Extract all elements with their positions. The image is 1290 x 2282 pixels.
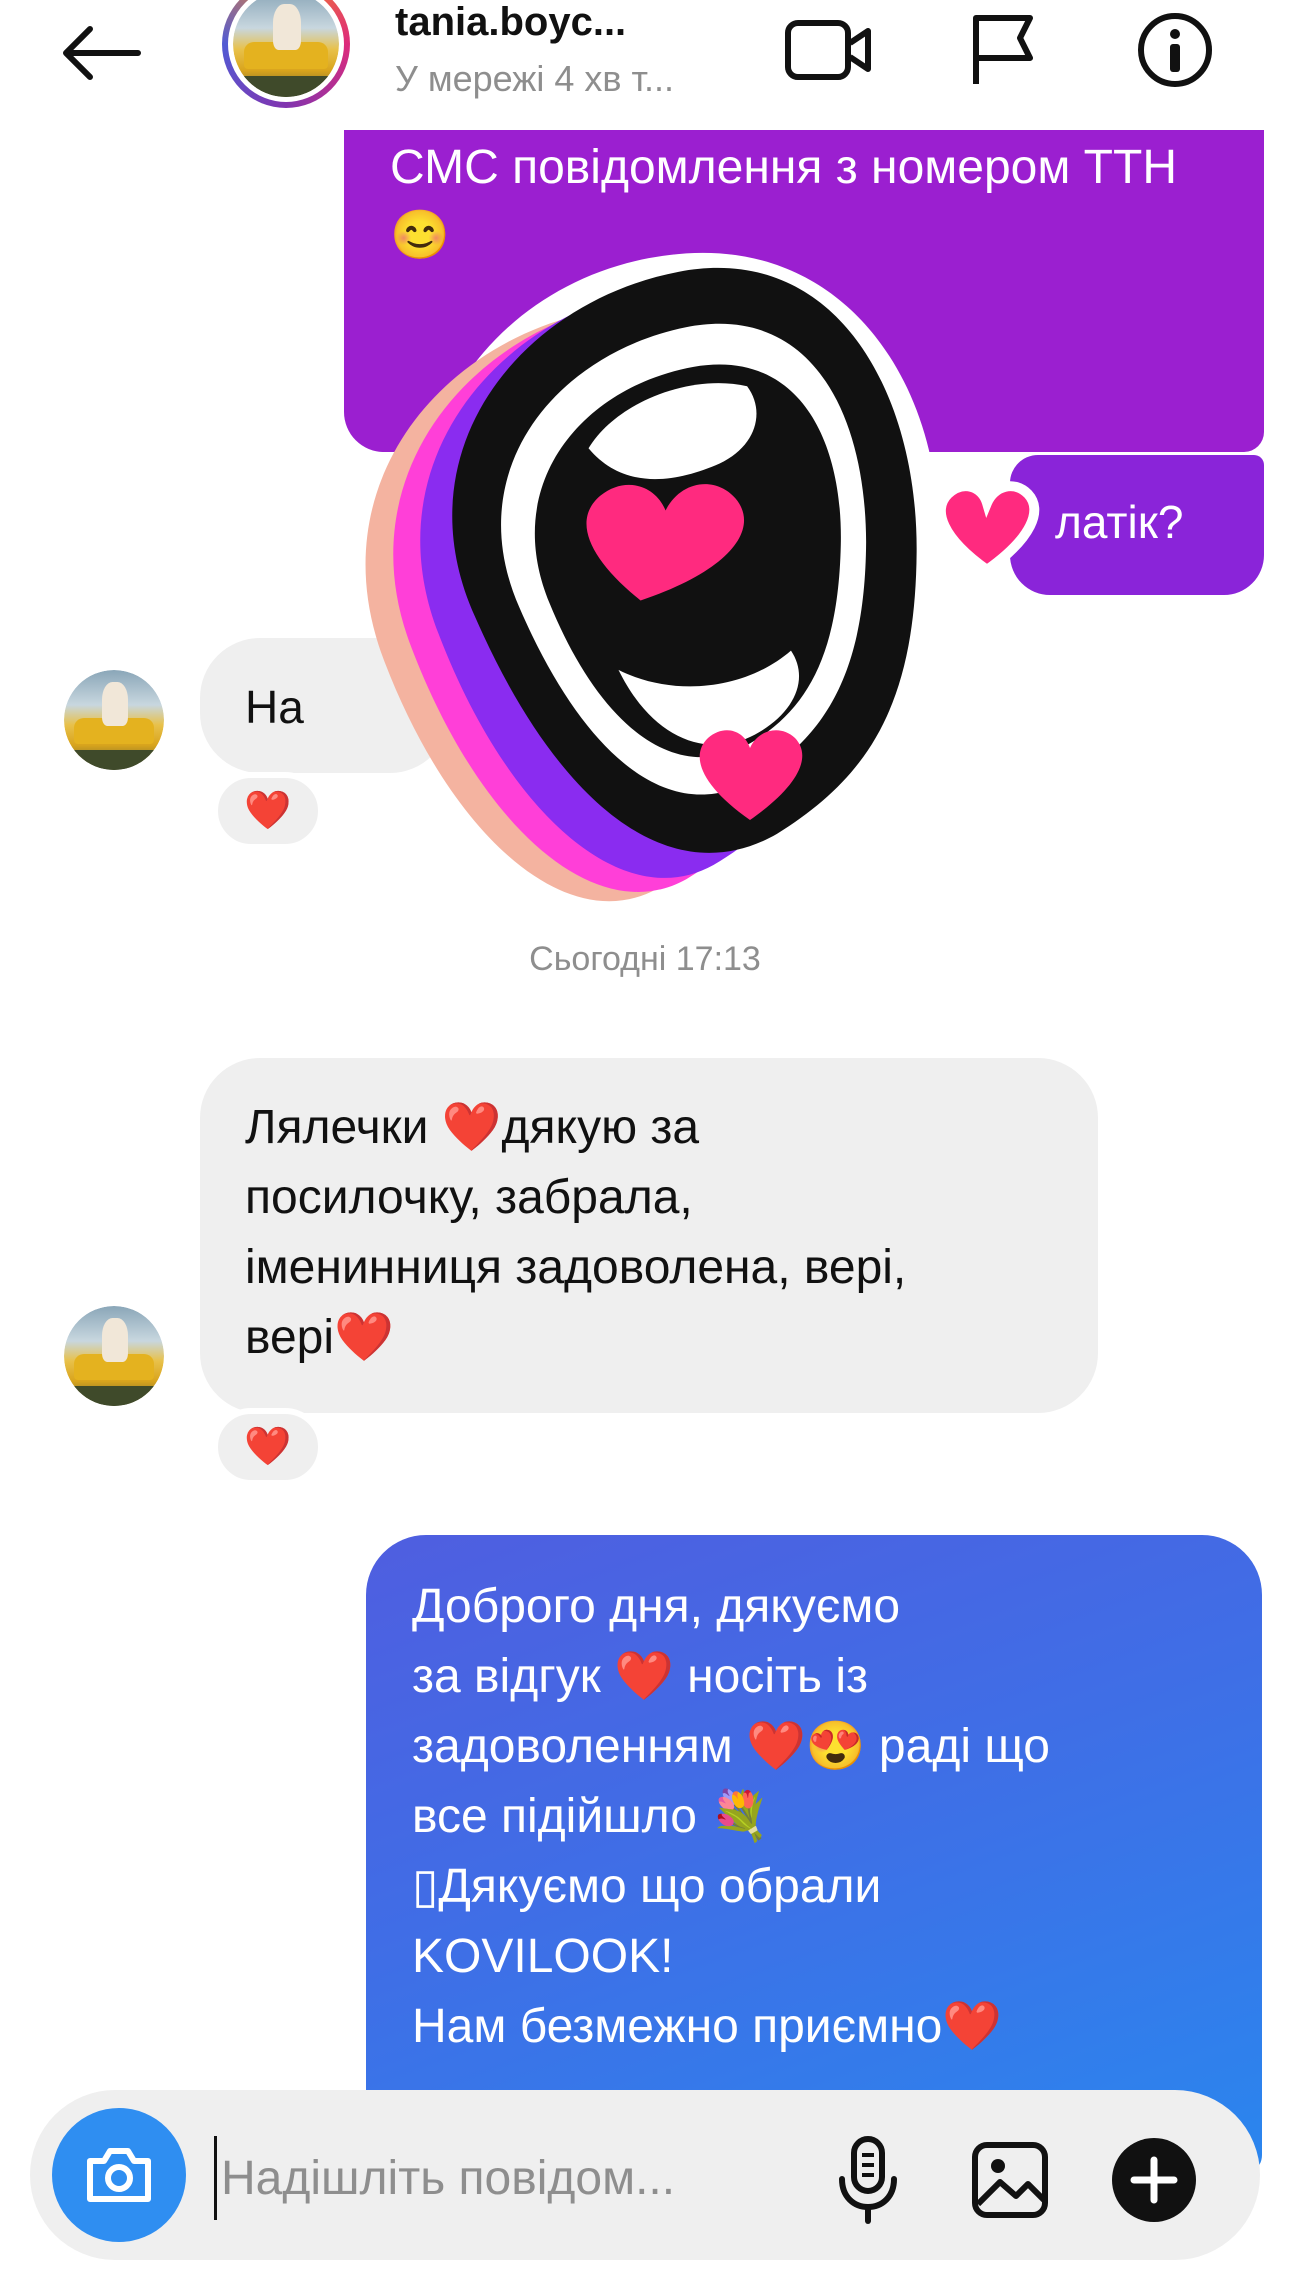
message-reaction[interactable]: ❤️ <box>212 1408 324 1486</box>
incoming-message-text: Лялечки ❤️дякую за посилочку, забрала, і… <box>245 1101 907 1364</box>
camera-icon <box>87 2148 151 2202</box>
heart-mouth-sticker[interactable] <box>330 160 1130 960</box>
chat-username[interactable]: tania.boyc... <box>395 0 685 45</box>
flag-icon <box>973 15 1033 84</box>
sender-avatar[interactable] <box>64 1306 164 1406</box>
outgoing-message-text: Доброго дня, дякуємо за відгук ❤️ носіть… <box>412 1580 1050 2053</box>
video-call-icon <box>785 20 871 80</box>
more-options-button[interactable] <box>1104 2130 1204 2230</box>
message-reaction[interactable]: ❤️ <box>212 772 324 850</box>
voice-message-button[interactable] <box>818 2130 918 2230</box>
plus-icon <box>1112 2138 1196 2222</box>
incoming-message-text: На <box>245 681 304 733</box>
report-button[interactable] <box>958 10 1048 90</box>
profile-avatar[interactable] <box>222 0 350 108</box>
message-input[interactable] <box>214 2136 774 2220</box>
back-arrow-icon <box>63 26 141 80</box>
heart-icon: ❤️ <box>244 790 292 832</box>
microphone-icon <box>839 2136 897 2224</box>
online-status: У мережі 4 хв т... <box>395 58 675 99</box>
chat-header: tania.boyc... У мережі 4 хв т... <box>0 0 1290 130</box>
info-icon <box>1138 13 1212 87</box>
back-button[interactable] <box>55 18 145 88</box>
camera-button[interactable] <box>52 2108 186 2242</box>
heart-icon: ❤️ <box>244 1426 292 1468</box>
video-call-button[interactable] <box>784 10 874 90</box>
gallery-icon <box>972 2142 1048 2218</box>
info-button[interactable] <box>1130 10 1220 90</box>
gallery-button[interactable] <box>960 2130 1060 2230</box>
sender-avatar[interactable] <box>64 670 164 770</box>
